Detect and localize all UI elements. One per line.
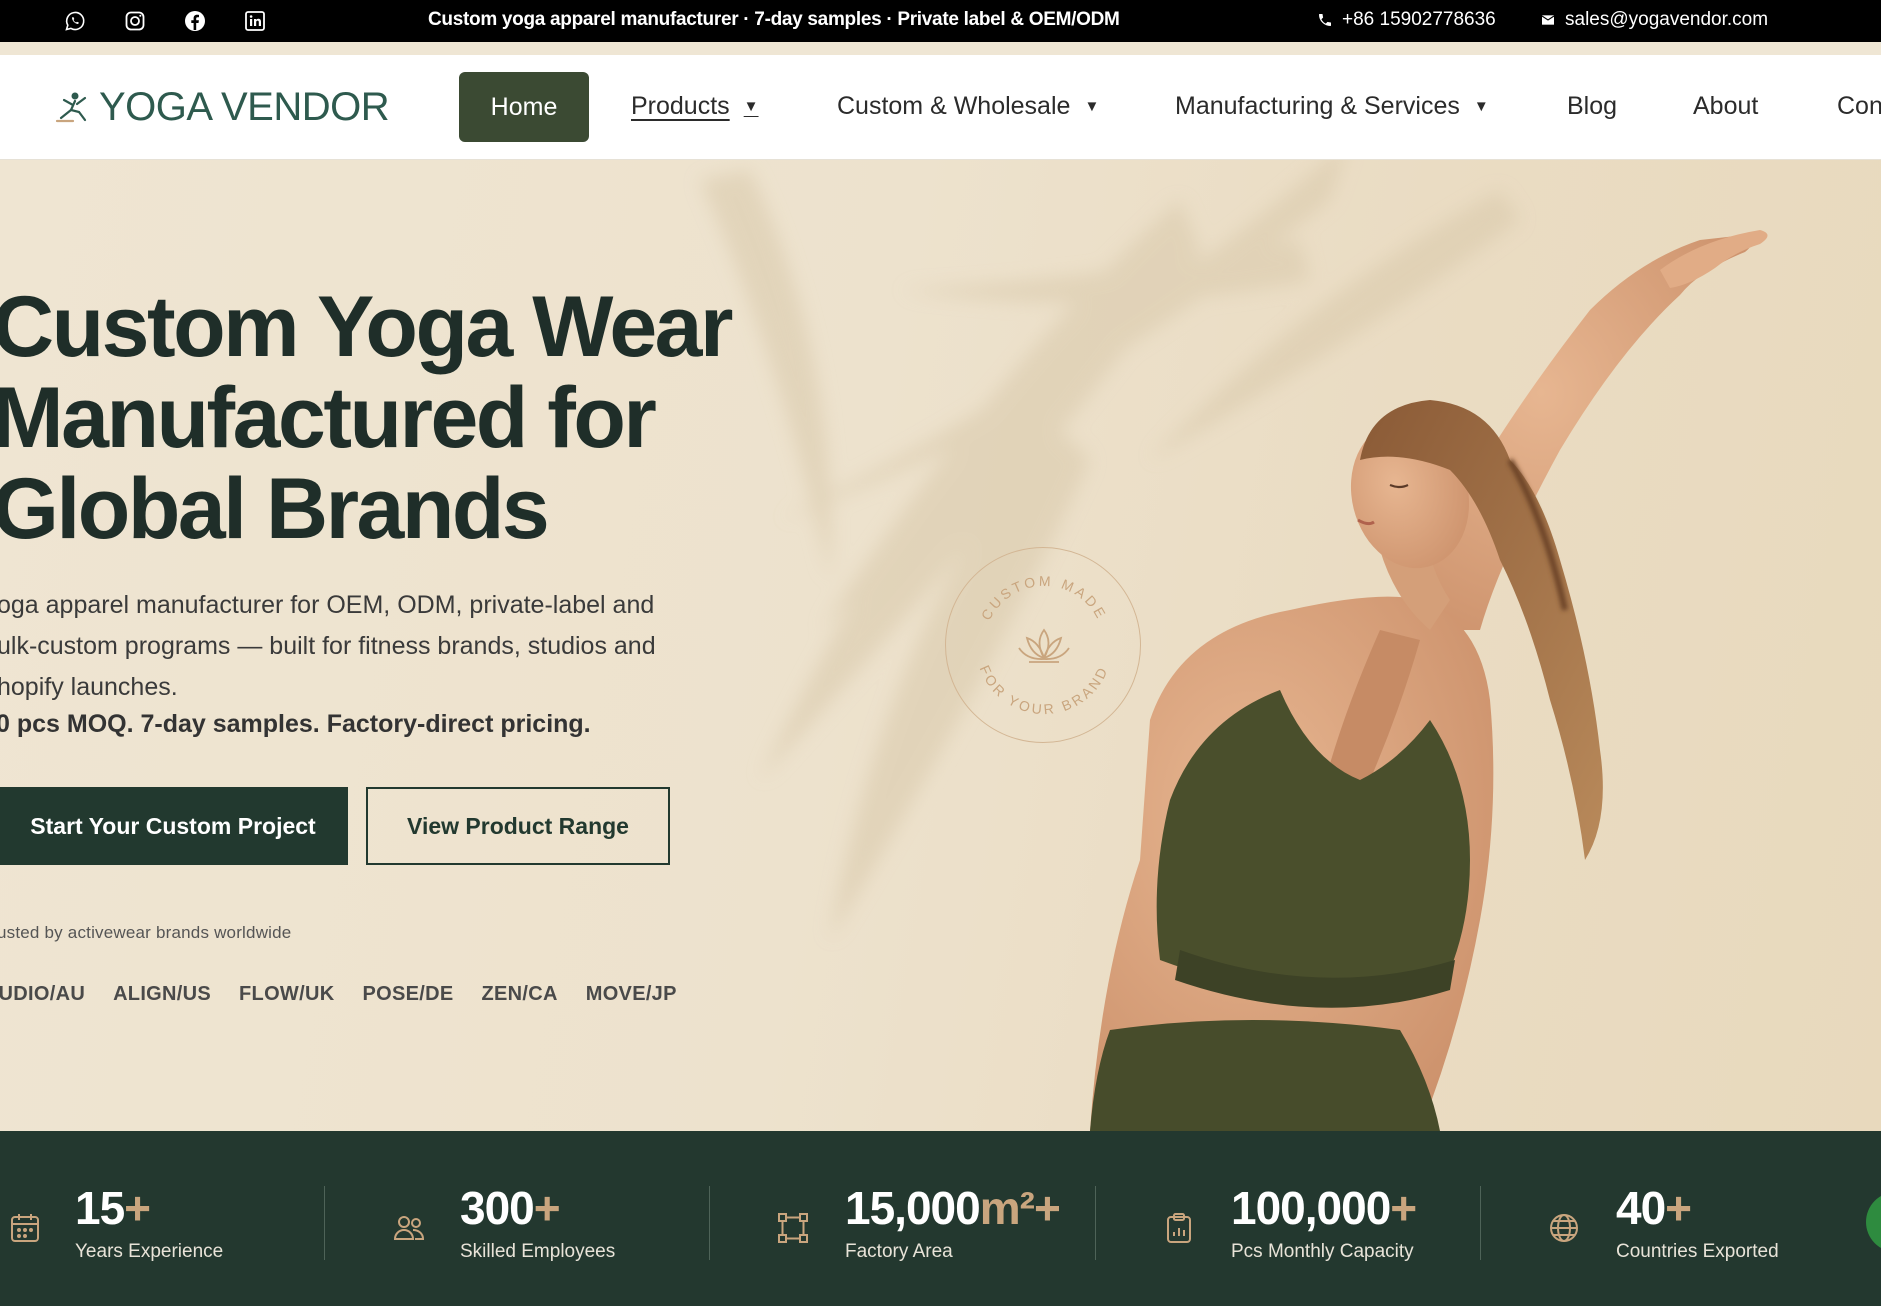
hero-description-line-3: hopify launches. xyxy=(0,673,178,701)
announcement-text: Custom yoga apparel manufacturer · 7-day… xyxy=(428,9,1120,30)
area-icon xyxy=(776,1211,810,1245)
badge-bottom-text: FOR YOUR BRAND xyxy=(977,663,1109,718)
stat-divider xyxy=(324,1186,325,1260)
start-custom-project-button[interactable]: Start Your Custom Project xyxy=(0,787,348,865)
clipboard-chart-icon xyxy=(1162,1211,1196,1245)
mail-icon xyxy=(1541,15,1555,25)
nav-contact[interactable]: Con xyxy=(1837,92,1881,121)
social-links xyxy=(62,8,268,34)
brand-logo: MOVE/JP xyxy=(585,983,677,1005)
phone-number: +86 15902778636 xyxy=(1342,9,1496,30)
stat-label: Pcs Monthly Capacity xyxy=(1231,1241,1414,1262)
facebook-icon[interactable] xyxy=(182,8,208,34)
stat-value: 15+ xyxy=(75,1182,151,1234)
stat-value: 100,000+ xyxy=(1231,1182,1417,1234)
chevron-down-icon: ▼ xyxy=(1084,98,1100,115)
calendar-icon xyxy=(8,1211,42,1245)
hero-heading: Custom Yoga Wear Manufactured for Global… xyxy=(0,282,752,555)
stat-countries-exported: 40+ Countries Exported xyxy=(1547,1181,1867,1281)
brand-logo: POSE/DE xyxy=(362,983,454,1005)
hero-section: Custom Yoga Wear Manufactured for Global… xyxy=(0,160,1881,1131)
stat-label: Years Experience xyxy=(75,1241,224,1262)
globe-icon xyxy=(1547,1211,1581,1245)
svg-text:FOR YOUR BRAND: FOR YOUR BRAND xyxy=(977,663,1112,718)
brand-logo: ZEN/CA xyxy=(481,983,558,1005)
trusted-by-text: usted by activewear brands worldwide xyxy=(0,923,292,942)
stat-label: Countries Exported xyxy=(1616,1241,1779,1262)
hero-heading-line-2: Manufactured for xyxy=(0,370,657,466)
stat-divider xyxy=(709,1186,710,1260)
custom-made-badge: CUSTOM MADE FOR YOUR BRAND xyxy=(945,547,1141,743)
stat-value: 15,000m²+ xyxy=(845,1182,1061,1234)
stat-value: 300+ xyxy=(460,1182,561,1234)
nav-manufacturing-label: Manufacturing & Services xyxy=(1175,92,1460,120)
brand-logo: TUDIO/AU xyxy=(0,983,86,1005)
site-logo[interactable]: YOGA VENDOR xyxy=(53,85,390,130)
stats-bar: 15+ Years Experience 300+ Skilled Employ… xyxy=(0,1131,1881,1306)
nav-custom-wholesale-label: Custom & Wholesale xyxy=(837,92,1071,120)
stat-label: Factory Area xyxy=(845,1241,953,1262)
email-address: sales@yogavendor.com xyxy=(1565,9,1769,30)
nav-blog[interactable]: Blog xyxy=(1567,92,1617,121)
nav-custom-wholesale[interactable]: Custom & Wholesale ▼ xyxy=(837,92,1099,121)
badge-top-text: CUSTOM MADE xyxy=(978,573,1108,623)
nav-products[interactable]: Products ▼ xyxy=(631,92,759,121)
chevron-down-icon: ▼ xyxy=(1473,98,1489,115)
stat-skilled-employees: 300+ Skilled Employees xyxy=(390,1181,710,1281)
lotus-icon xyxy=(1018,628,1070,663)
chevron-down-icon: ▼ xyxy=(743,98,759,115)
whatsapp-icon[interactable] xyxy=(62,8,88,34)
logo-text: YOGA VENDOR xyxy=(99,85,390,129)
brand-logos-row: TUDIO/AU ALIGN/US FLOW/UK POSE/DE ZEN/CA… xyxy=(0,983,677,1006)
nav-products-label: Products xyxy=(631,92,730,120)
phone-link[interactable]: +86 15902778636 xyxy=(1317,9,1496,31)
nav-manufacturing-services[interactable]: Manufacturing & Services ▼ xyxy=(1175,92,1489,121)
hero-heading-line-3: Global Brands xyxy=(0,461,550,557)
stat-value: 40+ xyxy=(1616,1182,1692,1234)
yoga-figure-logo-icon xyxy=(55,92,87,122)
email-link[interactable]: sales@yogavendor.com xyxy=(1540,9,1768,31)
hero-description: oga apparel manufacturer for OEM, ODM, p… xyxy=(0,585,737,708)
stat-monthly-capacity: 100,000+ Pcs Monthly Capacity xyxy=(1162,1181,1482,1281)
hero-highlight-text: 0 pcs MOQ. 7-day samples. Factory-direct… xyxy=(0,710,591,738)
top-bar: Custom yoga apparel manufacturer · 7-day… xyxy=(0,0,1881,42)
view-product-range-button[interactable]: View Product Range xyxy=(366,787,670,865)
nav-about[interactable]: About xyxy=(1693,92,1758,121)
brand-logo: FLOW/UK xyxy=(239,983,335,1005)
instagram-icon[interactable] xyxy=(122,8,148,34)
main-navigation: YOGA VENDOR Home Products ▼ Custom & Who… xyxy=(0,55,1881,160)
stat-factory-area: 15,000m²+ Factory Area xyxy=(776,1181,1096,1281)
hero-description-line-1: oga apparel manufacturer for OEM, ODM, p… xyxy=(0,591,655,619)
nav-home[interactable]: Home xyxy=(459,72,589,142)
phone-icon xyxy=(1319,14,1331,26)
linkedin-icon[interactable] xyxy=(242,8,268,34)
hero-description-line-2: ulk-custom programs — built for fitness … xyxy=(0,632,656,660)
stat-label: Skilled Employees xyxy=(460,1241,616,1262)
stat-divider xyxy=(1095,1186,1096,1260)
hero-heading-line-1: Custom Yoga Wear xyxy=(0,279,733,375)
stat-years-experience: 15+ Years Experience xyxy=(0,1181,320,1281)
people-icon xyxy=(392,1211,426,1245)
stat-divider xyxy=(1480,1186,1481,1260)
svg-text:CUSTOM MADE: CUSTOM MADE xyxy=(978,573,1111,623)
brand-logo: ALIGN/US xyxy=(113,983,212,1005)
